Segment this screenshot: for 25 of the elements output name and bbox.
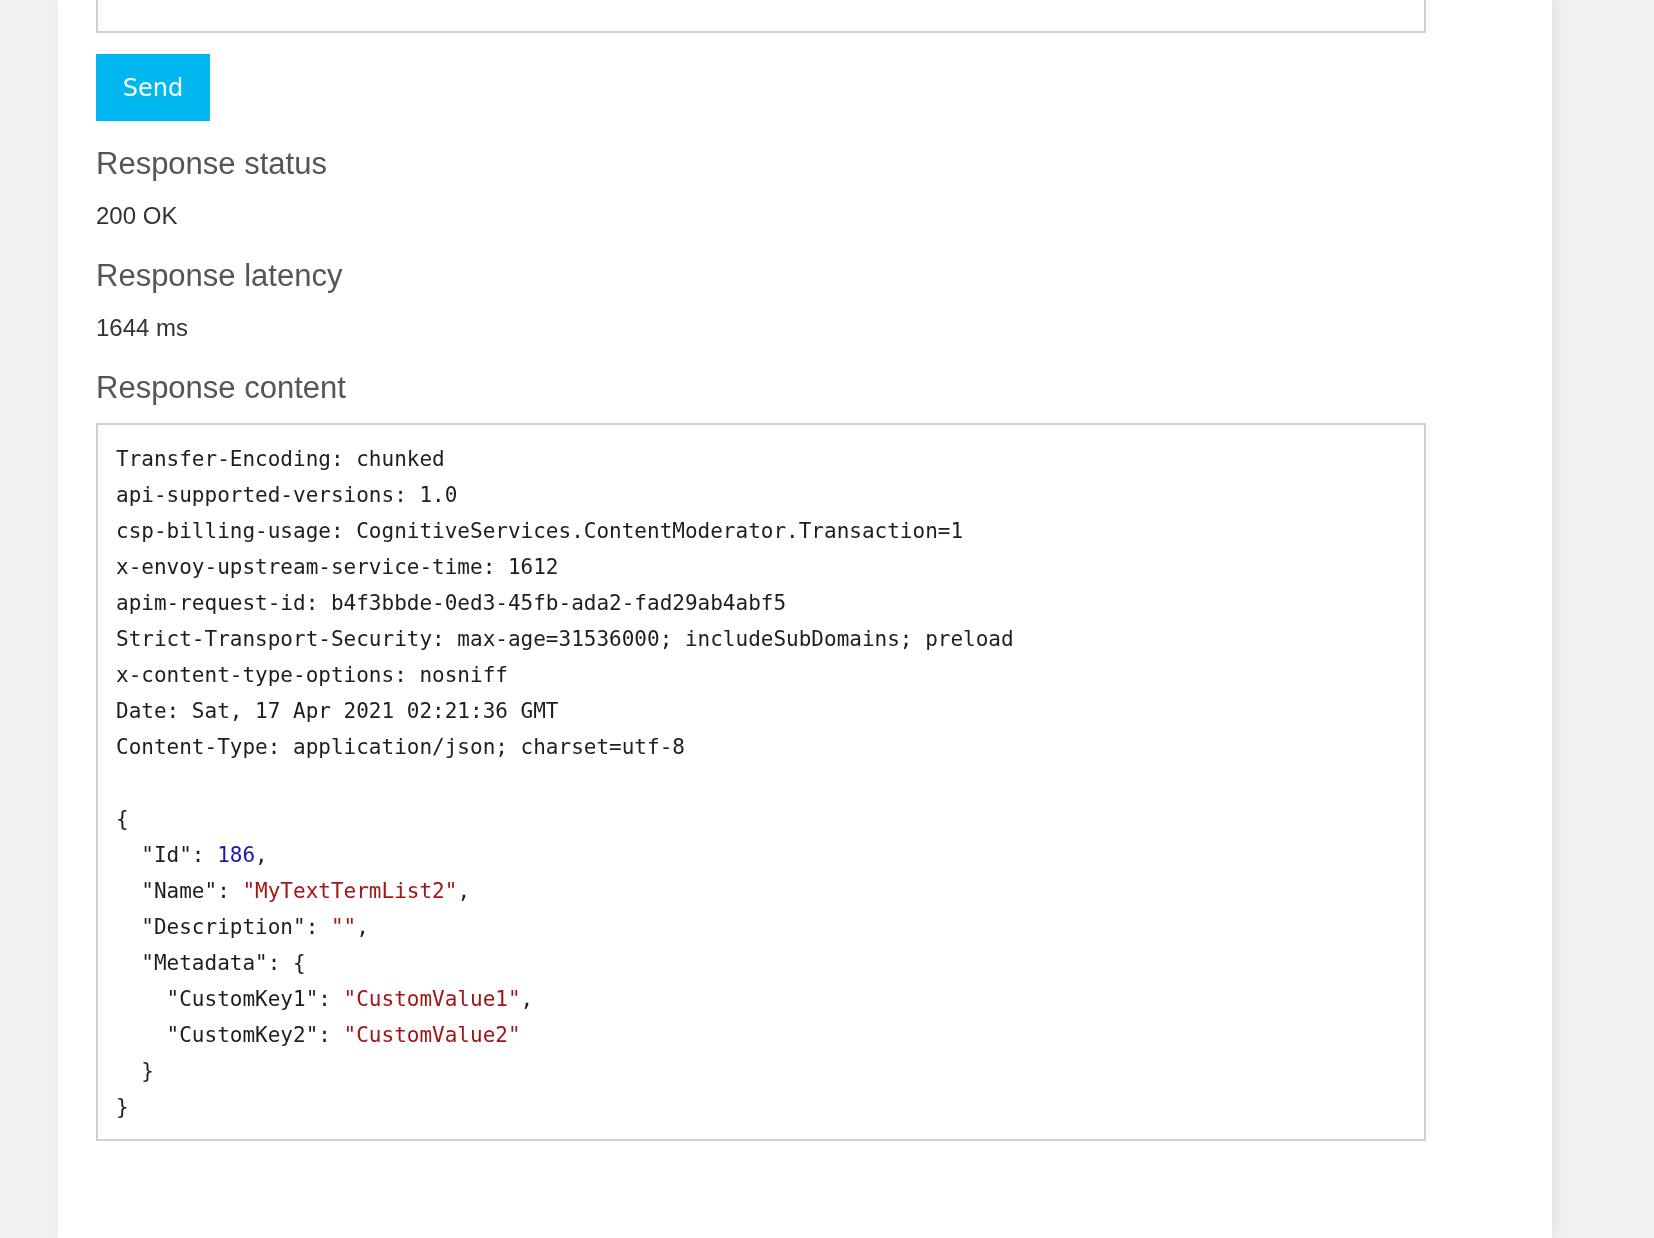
json-line: { [116,806,129,833]
header-line: apim-request-id: b4f3bbde-0ed3-45fb-ada2-fad29ab4abf5 [116,590,787,617]
header-line: Date: Sat, 17 Apr 2021 02:21:36 GMT [116,698,559,725]
header-line: x-content-type-options: nosniff [116,662,508,689]
json-line: } [116,1094,129,1121]
section-heading: Response status [96,145,328,183]
json-line: "CustomKey2": "CustomValue2" [165,1022,521,1049]
section-heading: Response latency [96,257,344,295]
json-line: "Metadata": { [140,950,306,977]
header-line: Transfer-Encoding: chunked [116,446,445,473]
section-value: 200 OK [96,201,179,231]
section-heading: Response content [96,369,347,407]
json-line: "CustomKey1": "CustomValue1", [165,986,534,1013]
header-line: Content-Type: application/json; charset=utf-8 [116,734,685,761]
json-line: "Id": 186, [140,842,268,869]
header-line: api-supported-versions: 1.0 [116,482,458,509]
section-value: 1644 ms [96,313,190,343]
header-line: csp-billing-usage: CognitiveServices.ContentModerator.Transaction=1 [116,518,964,545]
json-line: "Description": "", [140,914,369,941]
json-line: } [140,1058,154,1085]
send-button[interactable]: Send [96,54,210,121]
request-body-field[interactable] [96,0,1426,33]
json-line: "Name": "MyTextTermList2", [140,878,471,905]
header-line: Strict-Transport-Security: max-age=31536000; includeSubDomains; preload [116,626,1014,653]
header-line: x-envoy-upstream-service-time: 1612 [116,554,559,581]
